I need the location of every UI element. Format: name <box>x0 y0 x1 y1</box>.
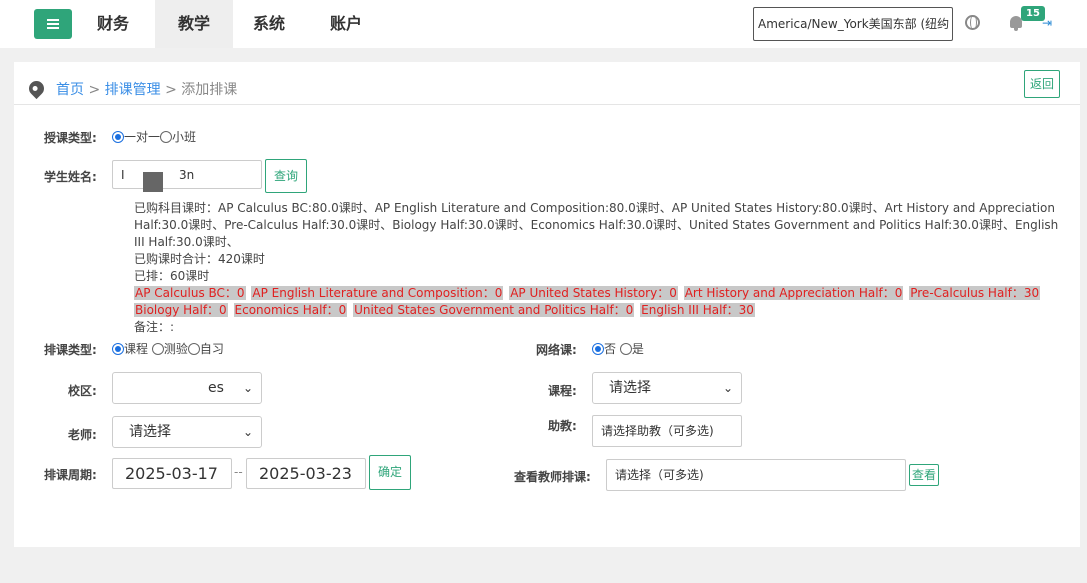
nav-item-system[interactable]: 系统 <box>234 0 304 48</box>
radio-label: 小班 <box>172 130 197 144</box>
view-teacher-label: 查看教师排课: <box>514 470 591 484</box>
period-label: 排课周期: <box>44 468 97 482</box>
view-teacher-multiselect[interactable]: 请选择（可多选) <box>606 459 906 491</box>
schedule-type-label: 排课类型: <box>44 343 97 357</box>
nav-item-finance[interactable]: 财务 <box>78 0 148 48</box>
hamburger-icon <box>47 19 59 29</box>
student-name-end: 3n <box>179 168 195 182</box>
ta-multiselect[interactable]: 请选择助教（可多选) <box>592 415 742 447</box>
teacher-label: 老师: <box>68 428 97 442</box>
teacher-select[interactable]: 请选择 ⌄ <box>112 416 262 448</box>
radio-label: 测验 <box>163 342 188 356</box>
breadcrumb-current: 添加排课 <box>181 82 238 98</box>
main-panel: 首页 > 排课管理 > 添加排课 返回 授课类型: 一对一 小班 学生姓名: I … <box>14 62 1080 547</box>
breadcrumb-separator: > <box>84 82 105 98</box>
view-teacher-placeholder: 请选择（可多选) <box>615 468 704 482</box>
subject-hours-item: English III Half：30 <box>640 303 755 317</box>
schedule-type-group: 课程 测验 自习 <box>112 340 224 357</box>
purchased-hours-text: 已购科目课时：AP Calculus BC:80.0课时、AP English … <box>134 201 1059 249</box>
subject-hours-list: AP Calculus BC：0 AP English Literature a… <box>134 285 1064 319</box>
chevron-down-icon: ⌄ <box>939 18 948 29</box>
radio-small-class[interactable] <box>160 131 173 143</box>
teacher-value: 请选择 <box>129 424 171 440</box>
radio-self-study[interactable] <box>187 343 200 355</box>
teach-type-label: 授课类型: <box>44 131 97 145</box>
subject-hours-item: Economics Half：0 <box>233 303 348 317</box>
globe-icon[interactable] <box>965 15 980 30</box>
campus-label: 校区: <box>68 384 97 398</box>
radio-online-no[interactable] <box>592 343 604 355</box>
ta-placeholder: 请选择助教（可多选) <box>601 424 714 438</box>
ta-label: 助教: <box>548 419 577 433</box>
online-group: 否 是 <box>592 340 644 357</box>
radio-label: 否 <box>604 342 617 356</box>
course-select[interactable]: 请选择 ⌄ <box>592 372 742 404</box>
radio-label: 是 <box>631 342 644 356</box>
back-button[interactable]: 返回 <box>1024 70 1060 98</box>
start-date-input[interactable]: 2025-03-17 <box>112 458 232 489</box>
student-name-label: 学生姓名: <box>44 170 97 184</box>
confirm-button[interactable]: 确定 <box>369 455 411 490</box>
campus-value: es <box>208 380 224 396</box>
breadcrumb-schedule-link[interactable]: 排课管理 <box>105 82 161 98</box>
radio-label: 一对一 <box>124 130 161 144</box>
timezone-select[interactable]: America/New_York美国东部 (纽约 ⌄ <box>753 7 953 41</box>
radio-course[interactable] <box>112 343 124 355</box>
logout-icon[interactable]: ⇥ <box>1042 17 1054 29</box>
top-navbar: 财务 教学 系统 账户 America/New_York美国东部 (纽约 ⌄ 1… <box>0 0 1087 48</box>
course-value: 请选择 <box>609 380 651 396</box>
scheduled-hours-text: 已排：60课时 <box>134 269 210 283</box>
student-name-start: I <box>121 168 125 182</box>
chevron-down-icon: ⌄ <box>722 381 733 395</box>
subject-hours-item: AP United States History：0 <box>509 286 678 300</box>
chevron-down-icon: ⌄ <box>242 425 253 439</box>
view-schedule-button[interactable]: 查看 <box>909 464 939 486</box>
total-hours-text: 已购课时合计：420课时 <box>134 252 265 266</box>
radio-quiz[interactable] <box>151 343 164 355</box>
subject-hours-item: Pre-Calculus Half：30 <box>909 286 1041 300</box>
radio-label: 课程 <box>124 342 149 356</box>
breadcrumb-separator: > <box>160 82 182 98</box>
subject-hours-item: Art History and Appreciation Half：0 <box>683 286 904 300</box>
radio-online-yes[interactable] <box>619 343 632 355</box>
timezone-value: America/New_York美国东部 (纽约 <box>758 17 950 31</box>
student-name-input[interactable]: I 3n <box>112 160 262 189</box>
breadcrumb-bar: 首页 > 排课管理 > 添加排课 返回 <box>14 62 1080 105</box>
subject-hours-item: United States Government and Politics Ha… <box>353 303 635 317</box>
campus-select[interactable]: es ⌄ <box>112 372 262 404</box>
nav-item-teaching[interactable]: 教学 <box>155 0 233 48</box>
subject-hours-item: AP Calculus BC：0 <box>134 286 246 300</box>
end-date-input[interactable]: 2025-03-23 <box>246 458 366 489</box>
course-hours-info: 已购科目课时：AP Calculus BC:80.0课时、AP English … <box>134 200 1064 336</box>
radio-label: 自习 <box>199 342 224 356</box>
chevron-down-icon: ⌄ <box>242 381 253 395</box>
query-button[interactable]: 查询 <box>265 159 307 193</box>
online-label: 网络课: <box>536 343 577 357</box>
subject-hours-item: Biology Half：0 <box>134 303 228 317</box>
location-pin-icon <box>25 77 48 100</box>
subject-hours-item: AP English Literature and Composition：0 <box>251 286 504 300</box>
course-label: 课程: <box>548 384 577 398</box>
breadcrumb-home-link[interactable]: 首页 <box>56 82 84 98</box>
radio-one-on-one[interactable] <box>112 131 124 143</box>
note-text: 备注：: <box>134 320 175 334</box>
date-separator: -- <box>234 465 243 479</box>
menu-toggle-button[interactable] <box>34 9 72 39</box>
teach-type-group: 一对一 小班 <box>112 128 196 145</box>
nav-item-account[interactable]: 账户 <box>311 0 381 48</box>
breadcrumb: 首页 > 排课管理 > 添加排课 <box>56 79 237 99</box>
redaction-block <box>143 172 163 192</box>
